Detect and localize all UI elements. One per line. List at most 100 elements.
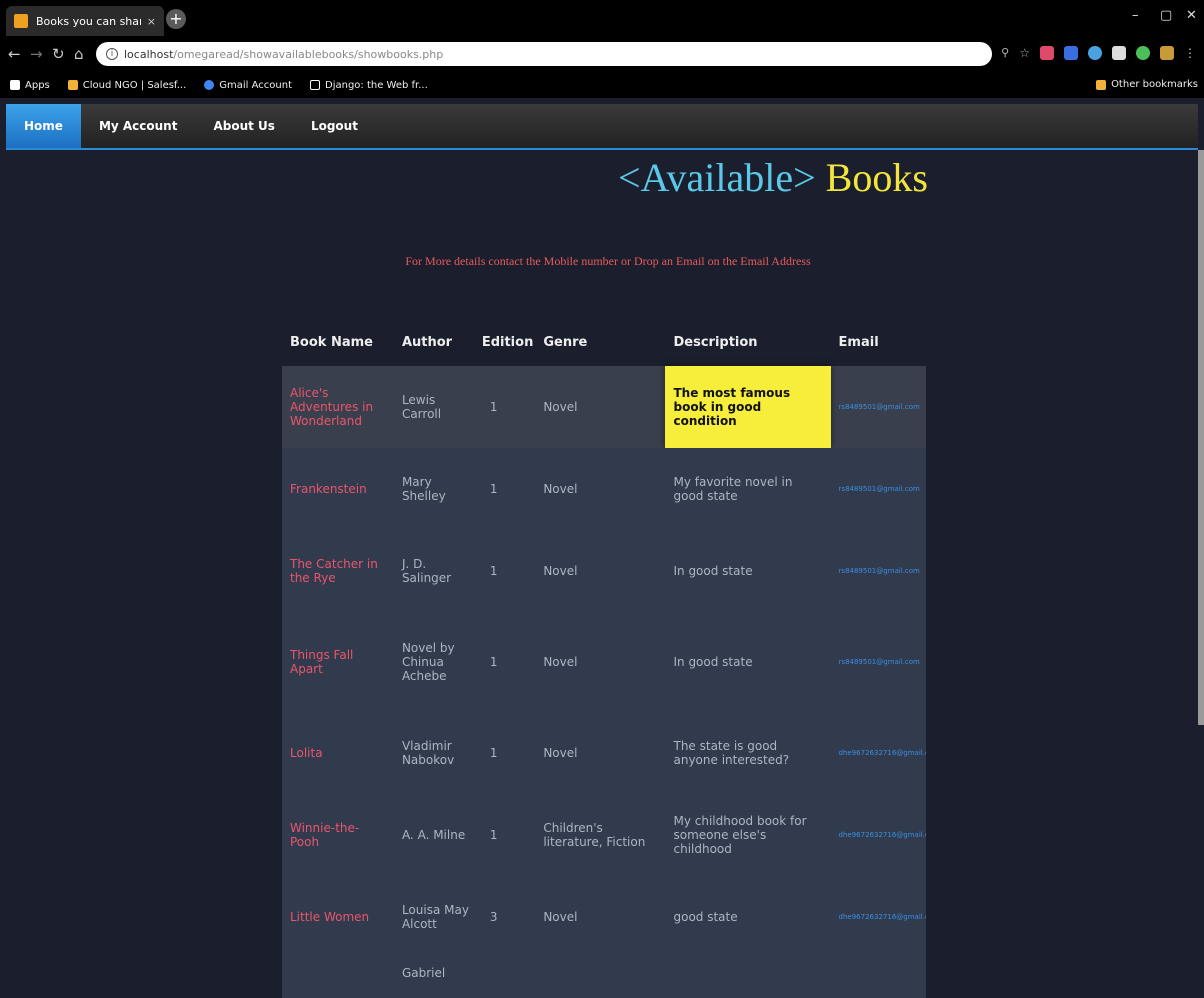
address-toolbar: ← → ↻ ⌂ i localhost/omegaread/showavaila… bbox=[0, 36, 1204, 72]
header-edition: Edition bbox=[481, 334, 534, 350]
header-book-name: Book Name bbox=[290, 334, 373, 350]
extension-avatar-icon[interactable] bbox=[1160, 46, 1174, 60]
zoom-icon[interactable]: ⚲ bbox=[1001, 46, 1009, 60]
book-name-cell[interactable] bbox=[282, 958, 394, 998]
edition-cell: 1 bbox=[489, 746, 498, 760]
author-cell: Mary Shelley bbox=[401, 475, 446, 503]
description-cell bbox=[665, 958, 830, 998]
genre-cell: Novel bbox=[543, 564, 578, 578]
google-icon bbox=[204, 80, 215, 90]
book-name-cell[interactable]: The Catcher in the Rye bbox=[282, 530, 394, 612]
nav-my-account[interactable]: My Account bbox=[81, 104, 196, 148]
bookmark-django[interactable]: Django: the Web fr... bbox=[310, 80, 428, 91]
book-name-cell[interactable]: Alice's Adventures in Wonderland bbox=[282, 366, 394, 448]
edition-cell: 3 bbox=[489, 910, 498, 924]
email-link[interactable]: rs8489501@gmail.com bbox=[831, 366, 926, 448]
description-cell: In good state bbox=[673, 564, 753, 578]
description-cell: good state bbox=[673, 910, 738, 924]
other-bookmarks[interactable]: Other bookmarks bbox=[1096, 79, 1198, 90]
maximize-icon[interactable]: ▢ bbox=[1160, 8, 1172, 23]
bookmark-gmail[interactable]: Gmail Account bbox=[204, 80, 292, 91]
site-favicon-icon bbox=[14, 14, 28, 28]
browser-tab-bar: Books you can share with × + – ▢ ✕ bbox=[0, 0, 1204, 36]
salesforce-icon bbox=[67, 80, 78, 90]
genre-cell: Children's literature, Fiction bbox=[543, 821, 646, 849]
table-row: Little Women Louisa May Alcott 3 Novel g… bbox=[282, 876, 926, 958]
table-row: Lolita Vladimir Nabokov 1 Novel The stat… bbox=[282, 712, 926, 794]
email-link[interactable]: rs8489501@gmail.com bbox=[831, 530, 926, 612]
extension-green-icon[interactable] bbox=[1136, 46, 1150, 60]
email-link[interactable]: dhe9672632716@gmail.c bbox=[831, 712, 926, 794]
description-cell-highlighted: The most famous book in good condition bbox=[665, 366, 831, 448]
table-header-row: Book Name Author Edition Genre Descripti… bbox=[282, 318, 926, 366]
minimize-icon[interactable]: – bbox=[1132, 8, 1139, 23]
table-row: Frankenstein Mary Shelley 1 Novel My fav… bbox=[282, 448, 926, 530]
extension-note-icon[interactable] bbox=[1112, 46, 1126, 60]
header-description: Description bbox=[673, 334, 758, 350]
new-tab-button[interactable]: + bbox=[166, 9, 186, 29]
book-name-cell[interactable]: Frankenstein bbox=[282, 448, 394, 530]
nav-about-us[interactable]: About Us bbox=[195, 104, 292, 148]
url-input[interactable]: i localhost/omegaread/showavailablebooks… bbox=[96, 42, 992, 66]
apps-grid-icon bbox=[10, 80, 20, 90]
author-cell: J. D. Salinger bbox=[401, 557, 452, 585]
table-row: Gabriel bbox=[282, 958, 926, 998]
site-nav: Home My Account About Us Logout bbox=[6, 104, 1198, 150]
author-cell: Gabriel bbox=[401, 966, 446, 980]
description-cell: In good state bbox=[673, 655, 753, 669]
email-link[interactable]: dhe9672632716@gmail.c bbox=[831, 876, 926, 958]
author-cell: Vladimir Nabokov bbox=[401, 739, 455, 767]
book-name-cell[interactable]: Lolita bbox=[282, 712, 394, 794]
email-link[interactable]: dhe9672632716@gmail.c bbox=[831, 794, 926, 876]
description-cell: My childhood book for someone else's chi… bbox=[673, 814, 807, 856]
description-cell: The state is good anyone interested? bbox=[673, 739, 790, 767]
browser-tab[interactable]: Books you can share with × bbox=[6, 6, 164, 36]
menu-kebab-icon[interactable]: ⋮ bbox=[1184, 46, 1196, 60]
genre-cell bbox=[535, 958, 665, 998]
author-cell: Lewis Carroll bbox=[401, 393, 442, 421]
email-link[interactable]: rs8489501@gmail.com bbox=[831, 612, 926, 712]
bookmark-star-icon[interactable]: ☆ bbox=[1019, 46, 1030, 60]
email-link[interactable]: rs8489501@gmail.com bbox=[831, 448, 926, 530]
back-arrow-icon[interactable]: ← bbox=[8, 45, 21, 63]
contact-notice: For More details contact the Mobile numb… bbox=[405, 254, 811, 268]
page-icon bbox=[310, 80, 320, 90]
email-link[interactable] bbox=[831, 958, 926, 998]
edition-cell: 1 bbox=[489, 655, 498, 669]
header-author: Author bbox=[401, 334, 453, 350]
main-content: <Available> Books For More details conta… bbox=[6, 150, 1198, 998]
home-icon[interactable]: ⌂ bbox=[74, 45, 84, 63]
edition-cell: 1 bbox=[489, 564, 498, 578]
bookmark-apps[interactable]: Apps bbox=[10, 80, 50, 91]
book-name-cell[interactable]: Little Women bbox=[282, 876, 394, 958]
tab-close-icon[interactable]: × bbox=[147, 15, 156, 28]
table-row: Things Fall Apart Novel by Chinua Achebe… bbox=[282, 612, 926, 712]
info-icon[interactable]: i bbox=[106, 48, 118, 60]
nav-home[interactable]: Home bbox=[6, 104, 81, 148]
table-row: Winnie-the-Pooh A. A. Milne 1 Children's… bbox=[282, 794, 926, 876]
genre-cell: Novel bbox=[543, 655, 578, 669]
genre-cell: Novel bbox=[543, 400, 578, 414]
extension-pocket-icon[interactable] bbox=[1040, 46, 1054, 60]
close-window-icon[interactable]: ✕ bbox=[1186, 8, 1197, 23]
bookmarks-bar: Apps Cloud NGO | Salesf... Gmail Account… bbox=[0, 72, 1204, 98]
book-name-cell[interactable]: Winnie-the-Pooh bbox=[282, 794, 394, 876]
description-cell: My favorite novel in good state bbox=[673, 475, 793, 503]
books-table: Book Name Author Edition Genre Descripti… bbox=[282, 318, 926, 998]
genre-cell: Novel bbox=[543, 482, 578, 496]
edition-cell: 1 bbox=[489, 400, 498, 414]
table-row: The Catcher in the Rye J. D. Salinger 1 … bbox=[282, 530, 926, 612]
reload-icon[interactable]: ↻ bbox=[52, 45, 65, 63]
edition-cell: 1 bbox=[489, 828, 498, 842]
url-host: localhost bbox=[124, 47, 174, 61]
extension-g-icon[interactable] bbox=[1088, 46, 1102, 60]
tab-title: Books you can share with bbox=[36, 14, 141, 28]
forward-arrow-icon[interactable]: → bbox=[30, 45, 43, 63]
bookmark-cloud-ngo[interactable]: Cloud NGO | Salesf... bbox=[67, 80, 186, 91]
author-cell: Louisa May Alcott bbox=[401, 903, 469, 931]
page-scrollbar-thumb[interactable] bbox=[1198, 150, 1204, 725]
book-name-cell[interactable]: Things Fall Apart bbox=[282, 612, 394, 712]
nav-logout[interactable]: Logout bbox=[293, 104, 376, 148]
edition-cell: 1 bbox=[489, 482, 498, 496]
extension-docs-icon[interactable] bbox=[1064, 46, 1078, 60]
